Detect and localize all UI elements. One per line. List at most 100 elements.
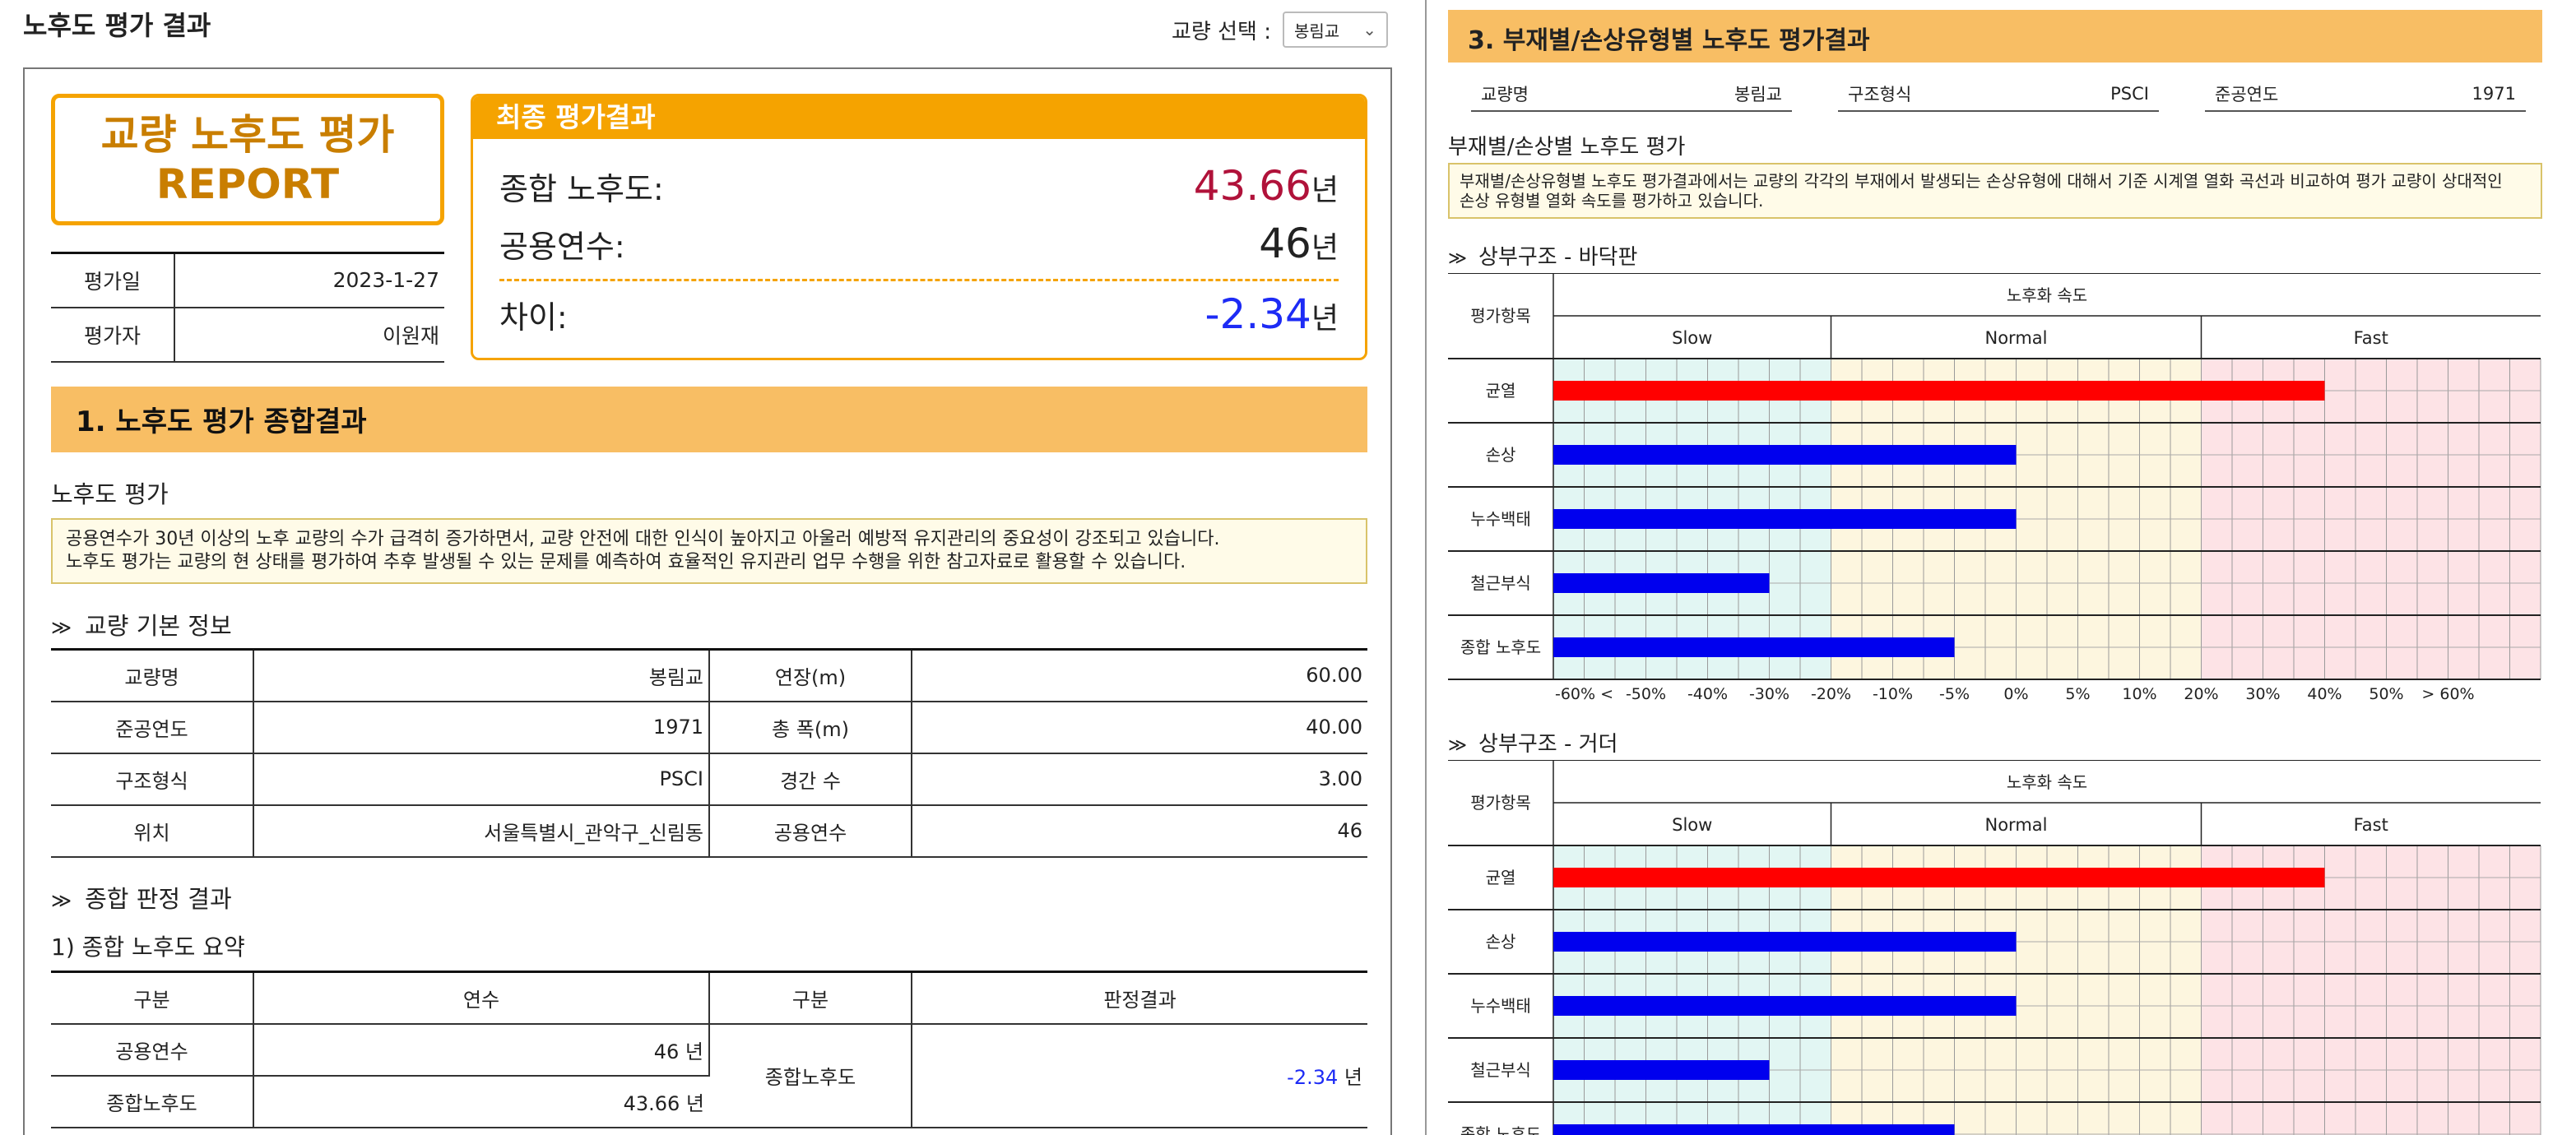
- note-line: 노후도 평가는 교량의 현 상태를 평가하여 추후 발생될 수 있는 문제를 예…: [66, 552, 1186, 572]
- tick-label: 40%: [2307, 685, 2342, 703]
- tick-label: -20%: [1811, 685, 1851, 703]
- info-label: 위치: [51, 804, 254, 858]
- chart-girder: 평가항목 노후화 속도 Slow Normal Fast 균열 손상 누수백태 철근부식 종합 노…: [1448, 760, 2542, 1135]
- zone-fast-bg: [2201, 845, 2541, 1135]
- zone-label: Normal: [1985, 328, 2048, 348]
- info-label: 공용연수: [709, 804, 912, 858]
- chart-girder-svg: 평가항목 노후화 속도 Slow Normal Fast 균열손상누수백태철근부식종합 노…: [1448, 760, 2541, 1135]
- zone-label: Slow: [1672, 815, 1712, 835]
- tick-label: 0%: [2003, 685, 2028, 703]
- info-value: PSCI: [253, 753, 710, 806]
- info-label: 교량명: [51, 648, 254, 702]
- meta-value: 봉림교: [1734, 85, 1782, 104]
- info-label: 구조형식: [51, 753, 254, 806]
- note-line: 손상 유형별 열화 속도를 평가하고 있습니다.: [1460, 191, 1764, 211]
- evaluation-note: 공용연수가 30년 이상의 노후 교량의 수가 급격히 증가하면서, 교량 안전…: [51, 518, 1367, 584]
- category-label: 종합 노후도: [1460, 637, 1541, 657]
- bar: [1553, 868, 2325, 887]
- summary-value: 43.66 년: [253, 1075, 709, 1128]
- chart1-title-text: 상부구조 - 바닥판: [1478, 245, 1638, 270]
- info-label: 연장(m): [709, 648, 912, 702]
- report-title-line1: 교량 노후도 평가: [100, 111, 395, 159]
- meta-cell-bridge: 교량명 봉림교: [1471, 77, 1792, 112]
- tick-label: 50%: [2369, 685, 2403, 703]
- diff-row: 차이: -2.34년: [499, 290, 1339, 338]
- tick-label: -10%: [1873, 685, 1913, 703]
- bar: [1553, 445, 2017, 465]
- summary-value: 46 년: [253, 1023, 710, 1077]
- tick-label: 5%: [2065, 685, 2090, 703]
- bridge-select-label: 교량 선택 :: [1172, 19, 1271, 44]
- service-row: 공용연수: 46년: [499, 220, 1339, 267]
- double-chevron-right-icon: ≫: [1448, 248, 1468, 269]
- chart2-title: ≫ 상부구조 - 거더: [1448, 727, 1618, 757]
- summary-header: 구분: [51, 971, 254, 1025]
- category-label: 손상: [1486, 445, 1516, 465]
- chart1-title: ≫ 상부구조 - 바닥판: [1448, 240, 1637, 271]
- info-value: 봉림교: [253, 648, 710, 702]
- basic-info-title: ≫ 교량 기본 정보: [51, 607, 232, 642]
- info-row: 교량명 봉림교 연장(m) 60.00: [51, 648, 1367, 702]
- left-panel: 노후도 평가 결과 교량 선택 : 봉림교 ⌄ 교량 노후도 평가 REPORT…: [0, 0, 1407, 1135]
- tick-label: -30%: [1749, 685, 1789, 703]
- report-meta-table: 평가일 2023-1-27 평가자 이원재: [51, 252, 444, 363]
- info-value: 서울특별시_관악구_신림동: [253, 804, 710, 858]
- final-result-box: 최종 평가결과 종합 노후도: 43.66년 공용연수: 46년 차이: -2.…: [471, 94, 1367, 360]
- report-title-line2: REPORT: [155, 160, 340, 208]
- info-value: 40.00: [912, 701, 1367, 754]
- tick-label: -60% <: [1555, 685, 1613, 703]
- report-title-box: 교량 노후도 평가 REPORT: [51, 94, 444, 225]
- summary-header: 판정결과: [912, 971, 1367, 1025]
- meta-row: 평가자 이원재: [51, 307, 444, 363]
- chart-deck-svg: 평가항목 노후화 속도 Slow Normal Fast 균열손상누수백태철근부식종합 노…: [1448, 273, 2541, 703]
- info-value: 60.00: [912, 648, 1367, 702]
- summary-label: 종합노후도: [51, 1075, 254, 1128]
- summary-right-value: -2.34: [1287, 1066, 1339, 1089]
- bridge-selector: 교량 선택 : 봉림교 ⌄: [1172, 12, 1388, 48]
- tick-label: > 60%: [2421, 685, 2474, 703]
- category-label: 균열: [1486, 381, 1516, 401]
- category-label: 철근부식: [1470, 573, 1531, 593]
- summary-right-unit: 년: [1344, 1066, 1362, 1089]
- tick-label: 10%: [2122, 685, 2156, 703]
- summary-table: 구분 연수 구분 판정결과 공용연수 46 년 종합노후도 -2.34 년 종합…: [51, 971, 1367, 1128]
- speed-header: 노후화 속도: [2007, 285, 2087, 305]
- tick-label: -40%: [1687, 685, 1728, 703]
- tick-label: 20%: [2184, 685, 2218, 703]
- section3-subheading: 부재별/손상별 노후도 평가: [1448, 135, 1686, 160]
- meta-cell-structure: 구조형식 PSCI: [1838, 77, 2159, 112]
- combined-value: 43.66: [1193, 162, 1311, 210]
- summary-header: 연수: [253, 971, 710, 1025]
- meta-label: 준공연도: [2215, 85, 2279, 104]
- bridge-select[interactable]: 봉림교 ⌄: [1282, 12, 1388, 48]
- bar: [1553, 1060, 1770, 1080]
- summary-right-label: 종합노후도: [709, 1023, 912, 1128]
- info-label: 준공연도: [51, 701, 254, 754]
- bridge-select-value: 봉림교: [1293, 21, 1340, 41]
- meta-label: 평가일: [51, 252, 175, 308]
- diff-unit: 년: [1311, 302, 1339, 336]
- meta-label: 교량명: [1481, 85, 1529, 104]
- summary-header-row: 구분 연수 구분 판정결과: [51, 971, 1367, 1025]
- category-label: 손상: [1486, 932, 1516, 952]
- service-label: 공용연수:: [499, 229, 625, 265]
- tick-label: 30%: [2245, 685, 2280, 703]
- row-header: 평가항목: [1470, 793, 1531, 813]
- double-chevron-right-icon: ≫: [51, 616, 72, 639]
- section1-title: 1. 노후도 평가 종합결과: [51, 387, 1367, 452]
- info-label: 총 폭(m): [709, 701, 912, 754]
- info-row: 준공연도 1971 총 폭(m) 40.00: [51, 701, 1367, 754]
- chart-deck: 평가항목 노후화 속도 Slow Normal Fast 균열 손상 누수백태 철근부식 종합 노…: [1448, 273, 2542, 717]
- note-line: 부재별/손상유형별 노후도 평가결과에서는 교량의 각각의 부재에서 발생되는 …: [1460, 171, 2503, 191]
- tick-label: -50%: [1626, 685, 1666, 703]
- meta-label: 평가자: [51, 307, 175, 363]
- category-label: 균열: [1486, 868, 1516, 887]
- page-title: 노후도 평가 결과: [23, 10, 211, 41]
- bar: [1553, 573, 1770, 593]
- bar: [1553, 996, 2017, 1016]
- summary-label: 공용연수: [51, 1023, 254, 1077]
- meta-value: 이원재: [174, 307, 444, 363]
- bar: [1553, 381, 2325, 401]
- zone-label: Slow: [1672, 328, 1712, 348]
- meta-row: 평가일 2023-1-27: [51, 252, 444, 308]
